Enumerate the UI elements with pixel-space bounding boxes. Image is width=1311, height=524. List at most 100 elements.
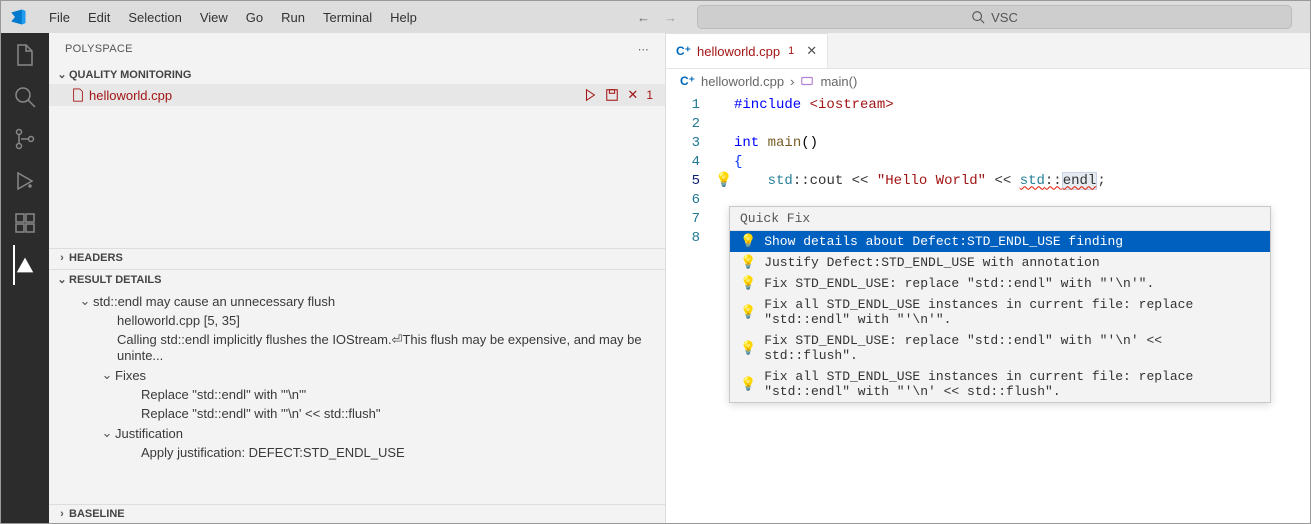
lightbulb-icon: 💡 bbox=[740, 377, 756, 392]
menu-go[interactable]: Go bbox=[238, 6, 271, 29]
sidebar-title: POLYSPACE ⋯ bbox=[49, 33, 665, 65]
quickfix-item-label: Fix all STD_ENDL_USE instances in curren… bbox=[764, 297, 1260, 327]
section-quality-monitoring[interactable]: ⌄ QUALITY MONITORING bbox=[49, 65, 665, 84]
tab-helloworld[interactable]: C⁺ helloworld.cpp 1 ✕ bbox=[666, 33, 828, 68]
tab-bar: C⁺ helloworld.cpp 1 ✕ bbox=[666, 33, 1310, 69]
line-number: 8 bbox=[666, 230, 714, 246]
lightbulb-icon: 💡 bbox=[740, 305, 756, 320]
close-icon[interactable]: ✕ bbox=[627, 87, 638, 103]
section-baseline[interactable]: › BASELINE bbox=[49, 505, 665, 523]
line-number: 6 bbox=[666, 192, 714, 208]
run-icon[interactable] bbox=[583, 88, 597, 102]
breadcrumb-file[interactable]: helloworld.cpp bbox=[701, 74, 784, 89]
chevron-down-icon: ⌄ bbox=[77, 293, 93, 309]
breadcrumb-symbol[interactable]: main() bbox=[820, 74, 857, 89]
menu-help[interactable]: Help bbox=[382, 6, 425, 29]
defect-location: helloworld.cpp [5, 35] bbox=[49, 311, 665, 330]
explorer-icon[interactable] bbox=[13, 43, 37, 67]
cpp-icon: C⁺ bbox=[680, 74, 695, 88]
quickfix-item-label: Fix all STD_ENDL_USE instances in curren… bbox=[764, 369, 1260, 399]
quickfix-item[interactable]: 💡 Fix all STD_ENDL_USE instances in curre… bbox=[730, 366, 1270, 402]
token: () bbox=[801, 135, 818, 151]
chevron-down-icon: ⌄ bbox=[55, 68, 69, 81]
token: std bbox=[1020, 173, 1045, 189]
chevron-down-icon: ⌄ bbox=[55, 273, 69, 286]
section-headers[interactable]: › HEADERS bbox=[49, 249, 665, 267]
token-highlighted: endl bbox=[1062, 172, 1098, 190]
section-label: QUALITY MONITORING bbox=[69, 69, 191, 81]
token: :: bbox=[1045, 173, 1062, 189]
section-label: RESULT DETAILS bbox=[69, 274, 161, 286]
run-debug-icon[interactable] bbox=[13, 169, 37, 193]
quickfix-item-label: Fix STD_ENDL_USE: replace "std::endl" wi… bbox=[764, 276, 1154, 291]
justification-group[interactable]: ⌄Justification bbox=[49, 423, 665, 443]
quickfix-item[interactable]: 💡Fix STD_ENDL_USE: replace "std::endl" w… bbox=[730, 330, 1270, 366]
lightbulb-icon[interactable]: 💡 bbox=[715, 172, 732, 189]
menu-file[interactable]: File bbox=[41, 6, 78, 29]
tab-filename: helloworld.cpp bbox=[697, 44, 780, 59]
lightbulb-icon: 💡 bbox=[740, 255, 756, 270]
lightbulb-icon: 💡 bbox=[740, 341, 756, 356]
source-control-icon[interactable] bbox=[13, 127, 37, 151]
problem-count: 1 bbox=[646, 88, 653, 102]
justification-label: Justification bbox=[115, 426, 183, 441]
quickfix-item[interactable]: 💡Justify Defect:STD_ENDL_USE with annota… bbox=[730, 252, 1270, 273]
chevron-down-icon: ⌄ bbox=[99, 425, 115, 441]
lightbulb-icon: 💡 bbox=[740, 234, 756, 249]
quickfix-item[interactable]: 💡Show details about Defect:STD_ENDL_USE … bbox=[730, 231, 1270, 252]
symbol-icon bbox=[800, 74, 814, 88]
lightbulb-icon: 💡 bbox=[740, 276, 756, 291]
token: std bbox=[768, 173, 793, 189]
extensions-icon[interactable] bbox=[13, 211, 37, 235]
tab-badge: 1 bbox=[788, 45, 794, 57]
polyspace-icon[interactable] bbox=[13, 253, 37, 277]
close-icon[interactable]: ✕ bbox=[806, 43, 817, 59]
line-number: 7 bbox=[666, 211, 714, 227]
chevron-right-icon: › bbox=[55, 508, 69, 520]
save-icon[interactable] bbox=[605, 88, 619, 102]
file-icon bbox=[71, 88, 85, 102]
menu-selection[interactable]: Selection bbox=[120, 6, 189, 29]
code-editor[interactable]: 1#include <iostream> 2 3int main() 4{ 5💡… bbox=[666, 93, 1310, 247]
token bbox=[734, 173, 768, 189]
sidebar-panel: POLYSPACE ⋯ ⌄ QUALITY MONITORING hellowo… bbox=[49, 33, 666, 523]
chevron-down-icon: ⌄ bbox=[99, 367, 115, 383]
quickfix-item[interactable]: 💡 Fix all STD_ENDL_USE instances in curre… bbox=[730, 294, 1270, 330]
section-label: HEADERS bbox=[69, 252, 123, 264]
token: ; bbox=[1097, 173, 1105, 189]
menu-edit[interactable]: Edit bbox=[80, 6, 118, 29]
fixes-group[interactable]: ⌄Fixes bbox=[49, 365, 665, 385]
menu-terminal[interactable]: Terminal bbox=[315, 6, 380, 29]
token: cout bbox=[810, 173, 844, 189]
fixes-label: Fixes bbox=[115, 368, 146, 383]
file-item-helloworld[interactable]: helloworld.cpp ✕ 1 bbox=[49, 84, 665, 106]
activity-bar bbox=[1, 33, 49, 523]
section-result-details[interactable]: ⌄ RESULT DETAILS bbox=[49, 270, 665, 289]
line-number: 3 bbox=[666, 135, 714, 151]
nav-back-icon[interactable]: ← bbox=[637, 10, 650, 25]
defect-title: std::endl may cause an unnecessary flush bbox=[93, 294, 335, 309]
editor-area: C⁺ helloworld.cpp 1 ✕ C⁺ helloworld.cpp … bbox=[666, 33, 1310, 523]
fix-item[interactable]: Replace "std::endl" with "'\n' << std::f… bbox=[49, 404, 665, 423]
menu-run[interactable]: Run bbox=[273, 6, 313, 29]
search-view-icon[interactable] bbox=[13, 85, 37, 109]
menu-view[interactable]: View bbox=[192, 6, 236, 29]
defect-group[interactable]: ⌄std::endl may cause an unnecessary flus… bbox=[49, 291, 665, 311]
token: << bbox=[986, 173, 1020, 189]
menubar: File Edit Selection View Go Run Terminal… bbox=[41, 6, 425, 29]
section-label: BASELINE bbox=[69, 508, 125, 520]
command-center[interactable]: VSC bbox=[697, 5, 1292, 29]
nav-forward-icon[interactable]: → bbox=[664, 10, 677, 25]
token: { bbox=[734, 154, 742, 170]
quickfix-title: Quick Fix bbox=[730, 207, 1270, 231]
token: << bbox=[843, 173, 877, 189]
quickfix-item[interactable]: 💡 Fix STD_ENDL_USE: replace "std::endl" w… bbox=[730, 273, 1270, 294]
breadcrumbs[interactable]: C⁺ helloworld.cpp › main() bbox=[666, 69, 1310, 93]
line-number: 5 bbox=[666, 173, 714, 189]
defect-description: Calling std::endl implicitly flushes the… bbox=[49, 330, 665, 365]
cpp-icon: C⁺ bbox=[676, 44, 691, 58]
command-center-text: VSC bbox=[991, 10, 1018, 25]
more-actions-icon[interactable]: ⋯ bbox=[638, 43, 649, 56]
justification-item[interactable]: Apply justification: DEFECT:STD_ENDL_USE bbox=[49, 443, 665, 462]
fix-item[interactable]: Replace "std::endl" with "'\n'" bbox=[49, 385, 665, 404]
